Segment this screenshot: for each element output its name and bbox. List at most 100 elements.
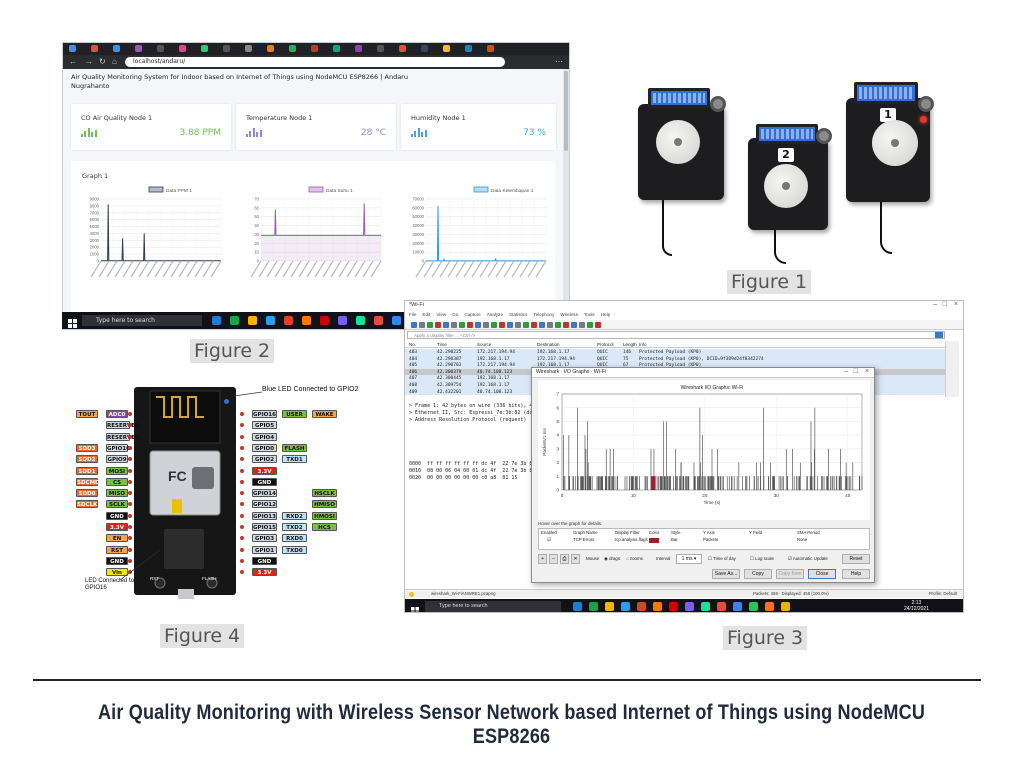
toolbar-icon[interactable]: [499, 322, 505, 328]
toolbar-icon[interactable]: [531, 322, 537, 328]
menu-item[interactable]: Go: [452, 312, 458, 317]
close-icon[interactable]: ×: [865, 368, 869, 375]
toolbar-icon[interactable]: [435, 322, 441, 328]
browser-tab-icon[interactable]: [245, 45, 252, 52]
dialog-button-help[interactable]: Help: [842, 569, 870, 579]
io-graph-chart[interactable]: Wireshark I/O Graphs: Wi-Fi 0 1 2 3 4 5 6 7 0 10 20…: [538, 380, 870, 520]
taskbar-app-icon[interactable]: [733, 602, 742, 611]
menu-item[interactable]: View: [436, 312, 446, 317]
browser-tab-icon[interactable]: [223, 45, 230, 52]
toolbar-icon[interactable]: [595, 322, 601, 328]
windows-start-icon[interactable]: [68, 315, 77, 328]
column-header[interactable]: Source: [477, 342, 491, 347]
taskbar-app-icon[interactable]: [230, 316, 239, 325]
toolbar-icon[interactable]: [507, 322, 513, 328]
browser-tab-icon[interactable]: [91, 45, 98, 52]
apply-filter-icon[interactable]: [935, 332, 943, 338]
taskbar-app-icon[interactable]: [374, 316, 383, 325]
forward-icon[interactable]: →: [85, 57, 93, 67]
clear-graphs-button[interactable]: ✕: [571, 554, 580, 564]
enabled-checkbox[interactable]: ☑: [547, 537, 551, 543]
browser-tab-icon[interactable]: [399, 45, 406, 52]
browser-tab-icon[interactable]: [377, 45, 384, 52]
menu-dots-icon[interactable]: ⋯: [555, 57, 563, 67]
taskbar-app-icon[interactable]: [765, 602, 774, 611]
taskbar-app-icon[interactable]: [573, 602, 582, 611]
taskbar-app-icon[interactable]: [212, 316, 221, 325]
reset-button[interactable]: Reset: [842, 554, 870, 564]
column-header[interactable]: No.: [409, 342, 416, 347]
scrollbar-thumb[interactable]: [564, 71, 568, 151]
browser-tab-icon[interactable]: [267, 45, 274, 52]
taskbar-search[interactable]: Type here to search: [425, 601, 561, 612]
graph-config-table[interactable]: Enabled Graph Name Display Filter Color Styl…: [538, 528, 870, 550]
remove-graph-button[interactable]: –: [549, 554, 558, 564]
browser-tab-icon[interactable]: [465, 45, 472, 52]
browser-tab-icon[interactable]: [355, 45, 362, 52]
browser-tab-icon[interactable]: [135, 45, 142, 52]
back-icon[interactable]: ←: [69, 57, 77, 67]
color-swatch[interactable]: [649, 537, 659, 543]
automatic-update-checkbox[interactable]: ☑ Automatic Update: [788, 556, 828, 562]
browser-tab-icon[interactable]: [289, 45, 296, 52]
minimize-icon[interactable]: –: [933, 301, 937, 308]
maximize-icon[interactable]: □: [943, 301, 947, 308]
page-scrollbar[interactable]: [563, 69, 569, 329]
toolbar-icon[interactable]: [555, 322, 561, 328]
taskbar-app-icon[interactable]: [266, 316, 275, 325]
add-graph-button[interactable]: +: [538, 554, 547, 564]
interval-select[interactable]: 1 ms ▾: [676, 554, 702, 564]
taskbar-app-icon[interactable]: [653, 602, 662, 611]
toolbar-icon[interactable]: [563, 322, 569, 328]
time-of-day-checkbox[interactable]: ☐ Time of day: [708, 556, 736, 562]
taskbar-app-icon[interactable]: [621, 602, 630, 611]
browser-tab-icon[interactable]: [487, 45, 494, 52]
browser-tab-icon[interactable]: [179, 45, 186, 52]
toolbar-icon[interactable]: [483, 322, 489, 328]
browser-tab-icon[interactable]: [201, 45, 208, 52]
dialog-button-close[interactable]: Close: [808, 569, 836, 579]
taskbar-app-icon[interactable]: [302, 316, 311, 325]
toolbar-icon[interactable]: [571, 322, 577, 328]
taskbar-search[interactable]: Type here to search: [82, 315, 202, 326]
taskbar-app-icon[interactable]: [338, 316, 347, 325]
toolbar-icon[interactable]: [411, 322, 417, 328]
browser-tab-icon[interactable]: [311, 45, 318, 52]
dialog-button-copy[interactable]: Copy: [744, 569, 772, 579]
taskbar-app-icon[interactable]: [669, 602, 678, 611]
close-icon[interactable]: ×: [954, 301, 958, 308]
browser-tab-icon[interactable]: [421, 45, 428, 52]
packet-list-scrollbar[interactable]: [945, 341, 959, 397]
taskbar-app-icon[interactable]: [248, 316, 257, 325]
taskbar-app-icon[interactable]: [685, 602, 694, 611]
taskbar-app-icon[interactable]: [605, 602, 614, 611]
graph-config-row[interactable]: ☑ TCP Errors tcp.analysis.flags Bar Packets N…: [539, 537, 869, 544]
menu-item[interactable]: Analyze: [487, 312, 503, 317]
minimize-icon[interactable]: –: [844, 368, 848, 375]
drags-radio[interactable]: ◉ drags: [604, 556, 620, 562]
display-filter-input[interactable]: Apply a display filter ... <Ctrl-/>: [407, 331, 945, 339]
toolbar-icon[interactable]: [523, 322, 529, 328]
toolbar-icon[interactable]: [515, 322, 521, 328]
taskbar-app-icon[interactable]: [781, 602, 790, 611]
toolbar-icon[interactable]: [443, 322, 449, 328]
toolbar-icon[interactable]: [475, 322, 481, 328]
copy-graph-button[interactable]: ⎙: [560, 554, 569, 564]
menu-item[interactable]: Tools: [584, 312, 595, 317]
column-header[interactable]: Length: [623, 342, 637, 347]
log-scale-checkbox[interactable]: ☐ Log scale: [750, 556, 774, 562]
taskbar-app-icon[interactable]: [320, 316, 329, 325]
toolbar-icon[interactable]: [451, 322, 457, 328]
dialog-button-save-as[interactable]: Save As...: [712, 569, 740, 579]
windows-start-icon[interactable]: [411, 602, 419, 612]
taskbar-app-icon[interactable]: [749, 602, 758, 611]
menu-item[interactable]: Statistics: [509, 312, 527, 317]
toolbar-icon[interactable]: [459, 322, 465, 328]
taskbar-app-icon[interactable]: [356, 316, 365, 325]
zooms-radio[interactable]: ○ zooms: [626, 556, 643, 561]
packet-row[interactable]: 404 42.290387 192.168.1.17 172.217.194.94 QU…: [405, 355, 945, 363]
taskbar-app-icon[interactable]: [392, 316, 401, 325]
toolbar-icon[interactable]: [427, 322, 433, 328]
column-header[interactable]: Protocol: [597, 342, 614, 347]
url-field[interactable]: localhost/andaru/: [125, 57, 505, 67]
